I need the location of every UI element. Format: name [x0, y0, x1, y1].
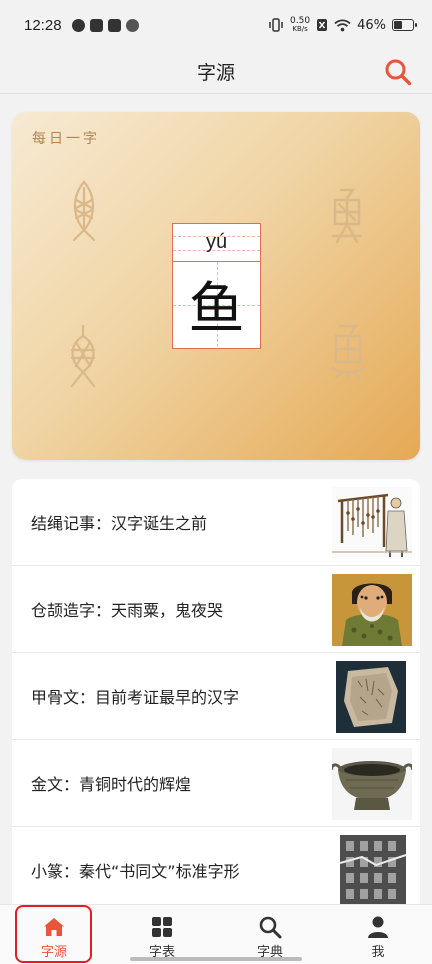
battery-percent: 46%	[357, 17, 386, 33]
list-item[interactable]: 甲骨文：目前考证最早的汉字	[12, 653, 420, 740]
oracle-fish-glyph-icon	[72, 180, 96, 242]
pinyin-row: yú	[173, 224, 260, 262]
daily-character: 鱼	[188, 277, 245, 342]
article-list: 结绳记事：汉字诞生之前 仓颉造字：天雨粟，鬼夜哭 甲骨文：目前考证最早的汉字 金…	[12, 479, 420, 909]
net-speed-value: 0.50	[290, 16, 311, 26]
list-item[interactable]: 金文：青铜时代的辉煌	[12, 740, 420, 827]
tab-dictionary[interactable]: 字典	[216, 905, 324, 964]
status-time: 12:28	[24, 16, 62, 34]
oracle-bone-thumbnail	[336, 661, 406, 733]
status-bar: 12:28 0.50 KB/s 46%	[0, 0, 432, 50]
net-speed-unit: KB/s	[292, 25, 308, 33]
home-indicator[interactable]	[130, 957, 302, 961]
tab-label: 字源	[40, 945, 67, 960]
article-title: 小篆：秦代“书同文”标准字形	[31, 862, 240, 881]
oracle-fish-glyph-icon	[70, 324, 96, 388]
home-icon	[44, 918, 64, 936]
person-icon	[368, 916, 388, 938]
daily-character-label: 每日一字	[32, 131, 100, 147]
page-title: 字源	[196, 62, 235, 84]
search-icon	[259, 916, 282, 939]
knotted-rope-thumbnail	[332, 487, 412, 559]
tab-profile[interactable]: 我	[324, 905, 432, 964]
tab-label: 我	[371, 945, 385, 960]
bottom-tab-bar: 字源 字表 字典 我	[0, 904, 432, 964]
article-title: 结绳记事：汉字诞生之前	[31, 514, 208, 533]
article-title: 甲骨文：目前考证最早的汉字	[31, 688, 240, 707]
net-speed: 0.50 KB/s	[290, 16, 311, 34]
vibrate-icon	[269, 18, 283, 32]
status-indicators: 0.50 KB/s 46%	[268, 16, 417, 34]
mail-notification-icon	[89, 18, 103, 32]
character-pinyin: yú	[205, 231, 228, 253]
bronze-fish-glyph-icon	[331, 188, 363, 244]
tab-home[interactable]: 字源	[0, 905, 108, 964]
app-notification-icon	[125, 18, 139, 32]
battery-fill	[394, 21, 402, 29]
seal-fish-glyph-icon	[330, 324, 366, 382]
list-item[interactable]: 小篆：秦代“书同文”标准字形	[12, 827, 420, 909]
bronze-vessel-thumbnail	[332, 748, 412, 820]
hanzi-grid: 鱼	[173, 262, 260, 347]
tab-character-table[interactable]: 字表	[108, 905, 216, 964]
daily-character-card[interactable]: 每日一字 yú 鱼	[12, 112, 420, 460]
notification-icons	[71, 18, 139, 32]
character-box: yú 鱼	[172, 223, 261, 349]
nav-bar: 字源	[0, 50, 432, 94]
no-sim-icon	[317, 19, 328, 31]
tiktok-notification-icon	[107, 18, 121, 32]
battery-icon	[392, 19, 417, 31]
stone-rubbing-thumbnail	[339, 835, 407, 907]
article-title: 金文：青铜时代的辉煌	[31, 775, 192, 794]
grid-icon	[152, 917, 172, 937]
list-item[interactable]: 结绳记事：汉字诞生之前	[12, 479, 420, 566]
list-item[interactable]: 仓颉造字：天雨粟，鬼夜哭	[12, 566, 420, 653]
search-icon[interactable]	[382, 56, 414, 88]
article-title: 仓颉造字：天雨粟，鬼夜哭	[31, 601, 224, 620]
wifi-icon	[334, 19, 351, 31]
cangjie-portrait-thumbnail	[332, 574, 412, 646]
app-notification-icon	[71, 18, 85, 32]
